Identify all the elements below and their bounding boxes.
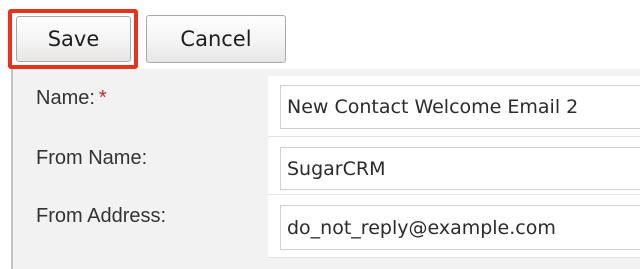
name-label: Name: * [36,87,107,110]
name-label-text: Name: [36,87,95,109]
from-name-label: From Name: [36,147,148,169]
save-button[interactable]: Save [16,16,131,62]
name-input[interactable]: New Contact Welcome Email 2 [280,85,640,129]
cancel-button[interactable]: Cancel [146,15,286,63]
required-marker: * [98,87,107,109]
from-address-input[interactable]: do_not_reply@example.com [280,205,640,250]
from-name-input[interactable]: SugarCRM [280,147,640,190]
from-address-label: From Address: [36,205,167,227]
